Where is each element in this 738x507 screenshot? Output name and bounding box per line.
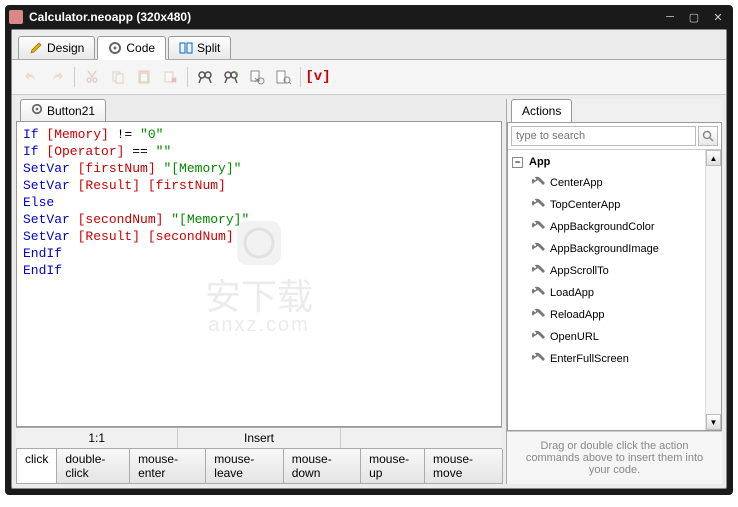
tab-split[interactable]: Split <box>168 36 231 59</box>
wrench-icon <box>530 198 546 212</box>
tab-code[interactable]: Code <box>97 36 166 60</box>
find-next-button[interactable] <box>220 66 242 88</box>
action-item[interactable]: EnterFullScreen <box>510 348 703 370</box>
code-line[interactable]: EndIf <box>23 245 495 262</box>
event-tab-mouse-leave[interactable]: mouse-leave <box>205 449 283 484</box>
delete-button[interactable] <box>159 66 181 88</box>
wrench-icon <box>530 176 546 190</box>
action-label: AppScrollTo <box>550 265 609 277</box>
event-tabs: clickdouble-clickmouse-entermouse-leavem… <box>16 448 502 484</box>
code-line[interactable]: SetVar [firstNum] "[Memory]" <box>23 160 495 177</box>
action-item[interactable]: AppScrollTo <box>510 260 703 282</box>
code-line[interactable]: SetVar [secondNum] "[Memory]" <box>23 211 495 228</box>
minimize-button[interactable]: ─ <box>659 9 681 25</box>
wrench-icon <box>530 220 546 234</box>
action-label: OpenURL <box>550 331 599 343</box>
collapse-icon[interactable]: − <box>512 157 523 168</box>
action-label: EnterFullScreen <box>550 353 629 365</box>
actions-tab[interactable]: Actions <box>511 99 572 122</box>
code-line[interactable]: If [Memory] != "0" <box>23 126 495 143</box>
action-label: TopCenterApp <box>550 199 620 211</box>
code-line[interactable]: SetVar [Result] [secondNum] <box>23 228 495 245</box>
close-button[interactable]: ✕ <box>707 9 729 25</box>
event-tab-double-click[interactable]: double-click <box>56 449 130 484</box>
maximize-button[interactable]: ▢ <box>683 9 705 25</box>
search-button[interactable] <box>698 126 718 146</box>
toolbar: [v] <box>12 60 726 95</box>
wrench-icon <box>530 286 546 300</box>
variables-button[interactable]: [v] <box>307 66 329 88</box>
action-item[interactable]: AppBackgroundColor <box>510 216 703 238</box>
wrench-icon <box>530 330 546 344</box>
action-label: CenterApp <box>550 177 603 189</box>
status-empty <box>341 428 502 448</box>
status-mode: Insert <box>178 428 340 448</box>
pencil-icon <box>29 41 43 55</box>
action-item[interactable]: TopCenterApp <box>510 194 703 216</box>
wrench-icon <box>530 264 546 278</box>
object-tab[interactable]: Button21 <box>20 99 106 121</box>
action-item[interactable]: LoadApp <box>510 282 703 304</box>
app-icon <box>9 10 23 24</box>
undo-button[interactable] <box>20 66 42 88</box>
cut-button[interactable] <box>81 66 103 88</box>
event-tab-mouse-up[interactable]: mouse-up <box>360 449 425 484</box>
action-item[interactable]: CenterApp <box>510 172 703 194</box>
code-line[interactable]: If [Operator] == "" <box>23 143 495 160</box>
code-line[interactable]: Else <box>23 194 495 211</box>
find-button[interactable] <box>194 66 216 88</box>
wrench-icon <box>530 352 546 366</box>
gear-icon <box>108 41 122 55</box>
action-label: AppBackgroundColor <box>550 221 655 233</box>
actions-hint: Drag or double click the action commands… <box>507 431 722 484</box>
paste-button[interactable] <box>133 66 155 88</box>
action-label: LoadApp <box>550 287 594 299</box>
event-tab-click[interactable]: click <box>16 449 57 484</box>
tree-group-app[interactable]: − App <box>510 152 703 172</box>
toolbar-separator <box>300 67 301 87</box>
action-item[interactable]: OpenURL <box>510 326 703 348</box>
toolbar-separator <box>74 67 75 87</box>
copy-button[interactable] <box>107 66 129 88</box>
split-icon <box>179 41 193 55</box>
scroll-track[interactable] <box>706 166 721 414</box>
status-position: 1:1 <box>16 428 178 448</box>
work-area: Button21 安下载anxz.com If [Memory] != "0" … <box>12 95 726 488</box>
action-label: ReloadApp <box>550 309 604 321</box>
scroll-up-button[interactable]: ▲ <box>706 150 721 166</box>
action-item[interactable]: AppBackgroundImage <box>510 238 703 260</box>
titlebar[interactable]: Calculator.neoapp (320x480) ─ ▢ ✕ <box>5 5 733 29</box>
main-tabs: Design Code Split <box>12 30 726 60</box>
actions-tree[interactable]: − App CenterApp TopCenterApp AppBackground… <box>508 150 705 430</box>
actions-search-input[interactable] <box>511 126 696 146</box>
gear-icon <box>31 103 43 118</box>
action-label: AppBackgroundImage <box>550 243 659 255</box>
wrench-icon <box>530 308 546 322</box>
magnifier-icon <box>702 130 714 142</box>
redo-button[interactable] <box>46 66 68 88</box>
scroll-down-button[interactable]: ▼ <box>706 414 721 430</box>
status-bar: 1:1 Insert <box>16 427 502 448</box>
window-title: Calculator.neoapp (320x480) <box>29 10 659 24</box>
code-line[interactable]: EndIf <box>23 262 495 279</box>
toolbar-separator <box>187 67 188 87</box>
tab-design[interactable]: Design <box>18 36 95 59</box>
actions-panel: Actions − App <box>506 99 722 484</box>
scrollbar[interactable]: ▲ ▼ <box>705 150 721 430</box>
event-tab-mouse-enter[interactable]: mouse-enter <box>129 449 206 484</box>
event-tab-mouse-down[interactable]: mouse-down <box>283 449 361 484</box>
replace-button[interactable] <box>246 66 268 88</box>
code-column: Button21 安下载anxz.com If [Memory] != "0" … <box>12 95 506 488</box>
event-tab-mouse-move[interactable]: mouse-move <box>424 449 503 484</box>
action-item[interactable]: ReloadApp <box>510 304 703 326</box>
code-editor[interactable]: 安下载anxz.com If [Memory] != "0" If [Opera… <box>16 121 502 427</box>
content-area: Design Code Split <box>11 29 727 489</box>
goto-button[interactable] <box>272 66 294 88</box>
code-line[interactable]: SetVar [Result] [firstNum] <box>23 177 495 194</box>
app-window: Calculator.neoapp (320x480) ─ ▢ ✕ Design… <box>5 5 733 495</box>
wrench-icon <box>530 242 546 256</box>
